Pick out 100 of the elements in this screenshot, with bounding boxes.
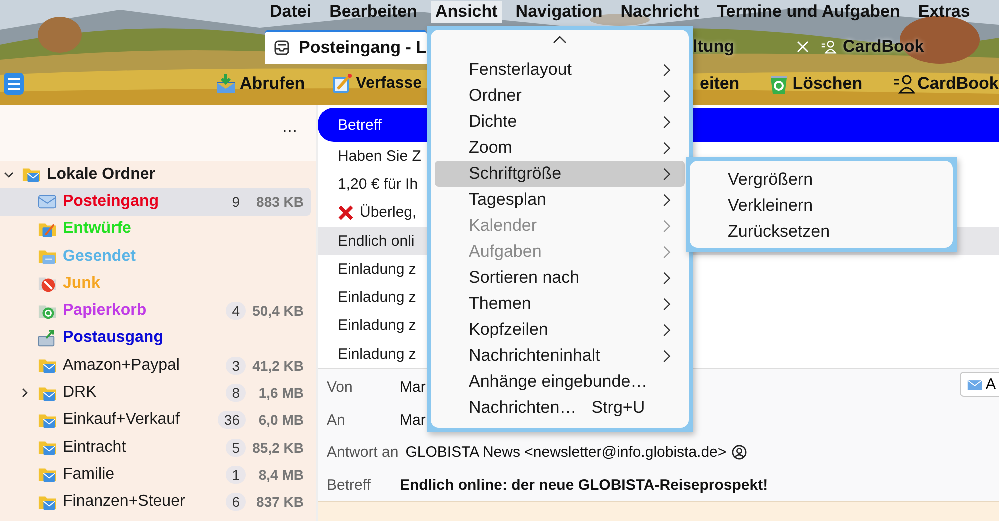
more-button[interactable]: … [280,119,300,137]
unread-count: 6 [226,493,246,512]
action-button[interactable]: A [960,372,999,398]
menu-icon[interactable] [3,72,25,96]
folder-name: Entwürfe [63,220,132,238]
chevron-up-icon[interactable] [553,36,567,44]
folder-item[interactable]: Posteingang 9 883 KB [0,188,311,216]
menu-bar-item[interactable]: Termine und Aufgaben [713,1,904,23]
person-icon[interactable] [732,445,747,460]
toolbar-button[interactable]: Verfasse [331,71,422,97]
message-row[interactable]: Einladung z [318,255,427,284]
message-row[interactable]: Endlich onli [318,226,427,256]
field-value: Endlich online: der neue GLOBISTA-Reiseprospekt! [400,476,768,494]
folder-item[interactable]: Postausgang [0,324,311,352]
unread-count: 5 [226,438,246,457]
message-row[interactable]: Haben Sie Z [318,142,427,170]
field-label: Antwort an [327,444,399,462]
tab[interactable]: Posteingang - L [265,30,427,64]
menu-item[interactable]: Nachrichten… Strg+U [435,395,685,421]
inbox-download-icon [215,73,237,95]
chevron-icon[interactable] [4,170,14,180]
menu-item[interactable]: Zurücksetzen [694,219,949,245]
field-label: Von [327,379,354,396]
menu-bar-item[interactable]: Extras [914,1,974,23]
folder-name: Einkauf+Verkauf [63,411,181,430]
message-row[interactable]: Einladung z [318,312,427,340]
folder-item[interactable]: Finanzen+Steuer 6 837 KB [0,488,311,516]
folder-item[interactable]: Eintracht 5 85,2 KB [0,434,311,462]
menu-bar-item[interactable]: Ansicht [431,1,502,23]
message-row[interactable]: Einladung z [318,340,427,368]
folder-name: Junk [63,274,102,293]
folder-name: Postausgang [63,329,164,348]
menu-bar-item[interactable]: Navigation [512,1,607,23]
field-label: An [327,412,346,429]
contacts-icon [892,73,915,95]
toolbar-button[interactable]: CardBook [892,71,999,97]
folder-name: Finanzen+Steuer [63,493,186,512]
field-value: GLOBISTA News <newsletter@info.globista.de> [406,444,727,462]
menu-item[interactable]: Fensterlayout [435,57,685,83]
account-row[interactable]: Lokale Ordner [0,161,316,188]
menu-item[interactable]: Kopfzeilen [435,317,685,343]
folder-size: 883 KB [256,194,304,210]
folder-name: Gesendet [63,248,137,266]
folder-name: Papierkorb [63,302,148,320]
menu-bar-item[interactable]: Datei [266,1,316,23]
unread-count: 3 [226,356,246,375]
folder-item[interactable]: Einkauf+Verkauf 36 6,0 MB [0,406,311,434]
folder-name: Posteingang [63,192,160,211]
menu-item[interactable]: Schriftgröße [435,161,685,187]
close-icon[interactable] [797,41,809,53]
menu-item[interactable]: Nachrichteninhalt [435,343,685,369]
unread-count: 36 [218,411,246,430]
menu-item[interactable]: Zoom [435,135,685,161]
menu-item[interactable]: Vergrößern [694,167,949,193]
outbox-icon [38,328,57,348]
toolbar-button[interactable]: eiten [700,72,740,96]
message-row[interactable]: 1,20 € für Ih [318,170,427,199]
folder-item[interactable]: Amazon+Paypal 3 41,2 KB [0,352,311,380]
toolbar-button[interactable]: Löschen [768,71,863,97]
message-row[interactable]: Einladung z [318,283,427,312]
folder-size: 1,6 MB [258,385,304,402]
field-value: Mar [400,379,426,396]
tab[interactable]: CardBook [821,30,924,64]
folder-item[interactable]: Papierkorb 4 50,4 KB [0,297,311,325]
chevron-icon[interactable] [20,388,30,398]
contacts-icon [821,39,837,55]
menu-item[interactable]: Tagesplan [435,187,685,213]
folder-size: 85,2 KB [252,440,304,456]
toolbar-button[interactable]: Abrufen [215,71,306,97]
menu-bar-item[interactable]: Nachricht [616,1,704,23]
menu-bar-item[interactable]: Bearbeiten [326,1,422,23]
folder-size: 8,4 MB [258,466,304,483]
folder-name: Eintracht [63,438,128,457]
menu-item[interactable]: Dichte [435,109,685,135]
field-label: Betreff [327,476,372,494]
inbox-icon [274,40,290,56]
unread-count: 4 [226,302,246,320]
folder-name: Amazon+Paypal [63,356,181,375]
menu-item[interactable]: Ordner [435,83,685,109]
field-value: Mar [400,412,426,429]
folder-item[interactable]: DRK 8 1,6 MB [0,379,311,407]
pencil-note-icon [331,73,354,95]
folder-size: 837 KB [256,494,304,510]
folder-item[interactable]: Familie 1 8,4 MB [0,461,311,489]
folder-size: 41,2 KB [252,358,304,374]
menu-item[interactable]: Verkleinern [694,193,949,219]
folder-name: DRK [63,384,98,402]
message-row[interactable]: Überleg, [318,198,427,227]
menu-item[interactable]: Sortieren nach [435,265,685,291]
cross-icon [338,204,354,221]
menu-item[interactable]: Themen [435,291,685,317]
menu-item[interactable]: Anhänge eingebunde… [435,369,685,395]
folder-name: Familie [63,466,116,484]
unread-count: 8 [226,384,246,402]
unread-count: 1 [226,466,246,484]
folder-size: 50,4 KB [252,303,304,320]
shortcut-label: Strg+U [592,398,646,418]
tab[interactable]: ltung [693,30,809,64]
unread-count: 9 [231,192,241,211]
folder-size: 6,0 MB [258,412,304,428]
